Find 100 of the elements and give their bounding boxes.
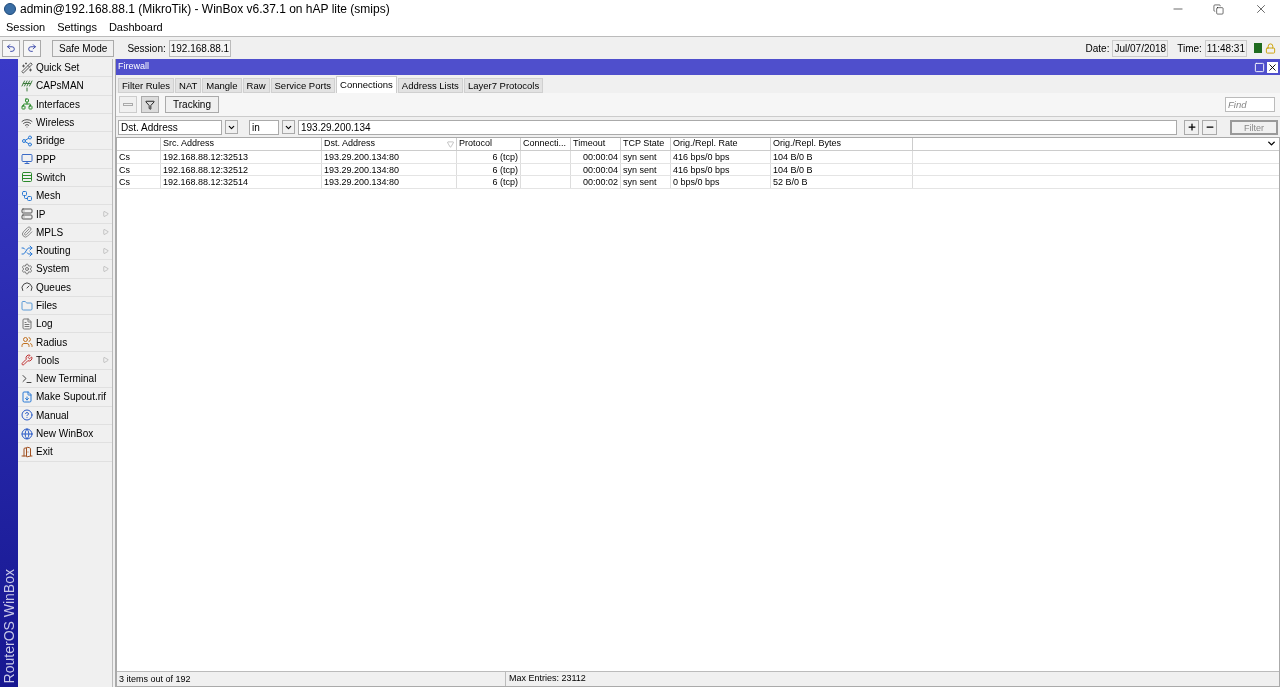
table-cell: 52 B/0 B [771,176,913,188]
sidebar-item[interactable]: Tools [18,351,112,371]
firewall-tab[interactable]: Mangle [202,78,242,93]
menu-entry-icon [21,281,33,294]
column-header[interactable]: TCP State [621,138,671,150]
sidebar-item[interactable]: Switch [18,168,112,188]
table-cell: syn sent [621,151,671,163]
firewall-tab[interactable]: Layer7 Protocols [463,78,544,93]
close-icon[interactable] [1267,61,1278,73]
restore-icon[interactable] [1213,3,1224,15]
date-field: Jul/07/2018 [1112,39,1169,57]
column-header[interactable]: Connecti... [521,138,571,150]
table-cell: 416 bps/0 bps [671,163,771,175]
app-logo-icon [4,3,16,15]
sidebar-item[interactable]: Routing [18,241,112,261]
sidebar-item[interactable]: System [18,260,112,279]
menu-entry-icon [21,134,33,147]
sidebar-item[interactable]: Queues [18,278,112,297]
table-cell: 6 (tcp) [457,151,521,163]
menu-entry-icon [21,317,33,330]
sidebar-item[interactable]: CAPsMAN [18,77,112,96]
column-header[interactable]: Dst. Address [322,138,457,150]
table-cell: 192.168.88.12:32514 [161,176,322,188]
filter-value-field[interactable]: 193.29.200.134 [298,119,1177,135]
safe-mode-button[interactable]: Safe Mode [52,39,115,57]
session-field[interactable]: 192.168.88.1 [168,39,232,57]
table-cell: Cs [117,151,161,163]
table-cell: 0 bps/0 bps [671,176,771,188]
table-cell: 416 bps/0 bps [671,151,771,163]
plus-icon [1186,122,1197,132]
menu-entry-icon [21,427,33,440]
sidebar-item[interactable]: Radius [18,333,112,352]
menu-entry-icon [21,226,33,239]
sidebar-item[interactable]: Wireless [18,113,112,133]
sidebar-item[interactable]: Interfaces [18,95,112,114]
menu-entry-icon [21,391,33,403]
sidebar-item[interactable]: New WinBox [18,424,112,444]
menu-entry-icon [21,445,33,458]
redo-button[interactable] [23,39,41,57]
submenu-arrow-icon [103,247,109,254]
undo-button[interactable] [2,39,20,57]
status-indicator-icon [1254,43,1262,53]
menu-entry-icon [21,244,33,257]
submenu-arrow-icon [103,229,109,236]
maximize-icon[interactable] [1254,61,1265,73]
firewall-tab[interactable]: Address Lists [397,78,463,93]
table-cell: Cs [117,163,161,175]
menu-entry-icon [21,299,33,312]
menu-entry-icon [21,262,33,275]
dropdown-button[interactable] [225,120,238,134]
find-field[interactable]: Find [1225,97,1275,112]
table-cell: 193.29.200.134:80 [322,151,457,163]
sidebar-item[interactable]: Bridge [18,132,112,151]
sidebar-item[interactable]: IP [18,205,112,224]
column-header[interactable]: Protocol [457,138,521,150]
sidebar-item[interactable]: Files [18,296,112,316]
session-label: Session: [127,41,166,56]
minus-button[interactable] [1202,119,1217,135]
menu-entry-icon [21,171,33,184]
menu-item[interactable]: Settings [57,18,97,36]
column-header[interactable]: Timeout [571,138,621,150]
firewall-tab[interactable]: Filter Rules [118,78,175,93]
column-header[interactable]: Orig./Repl. Bytes [771,138,913,150]
column-menu-icon[interactable] [1266,138,1277,149]
dropdown-button[interactable] [282,120,295,134]
redo-icon [27,43,37,53]
table-cell: 00:00:04 [571,163,621,175]
menu-item[interactable]: Session [6,18,46,36]
operator-dropdown[interactable]: in [249,119,279,135]
column-header[interactable]: Orig./Repl. Rate [671,138,771,150]
sidebar-item[interactable]: Mesh [18,187,112,206]
sidebar-item[interactable]: MPLS [18,223,112,242]
sidebar-item[interactable]: New Terminal [18,370,112,389]
firewall-tab[interactable]: NAT [175,78,202,93]
column-header[interactable]: Src. Address [161,138,322,150]
firewall-tab[interactable]: Raw [242,78,270,93]
sidebar-item[interactable]: Log [18,315,112,334]
table-cell: 104 B/0 B [771,151,913,163]
sidebar-item[interactable]: Make Supout.rif [18,388,112,407]
brand-text: RouterOS WinBox [0,568,18,683]
table-cell: 00:00:02 [571,176,621,188]
menu-item[interactable]: Dashboard [108,18,163,36]
tracking-button[interactable]: Tracking [165,96,219,113]
sidebar-item[interactable]: Manual [18,406,112,425]
menu-entry-icon [21,153,33,166]
time-label: Time: [1177,41,1202,56]
menu-entry-icon [21,189,33,202]
add-button[interactable] [1184,119,1199,135]
firewall-tab[interactable]: Connections [336,76,397,93]
menu-entry-icon [21,372,33,385]
filter-toggle-button[interactable] [141,96,159,113]
table-cell: 193.29.200.134:80 [322,176,457,188]
sidebar-item[interactable]: Exit [18,443,112,462]
sidebar-item[interactable]: Quick Set [18,59,112,78]
lock-icon [1265,42,1276,54]
sidebar-item[interactable]: PPP [18,150,112,169]
filter-field-dropdown[interactable]: Dst. Address [118,119,222,135]
firewall-tab[interactable]: Service Ports [270,78,336,93]
table-cell: 192.168.88.12:32512 [161,163,322,175]
date-label: Date: [1085,41,1110,56]
